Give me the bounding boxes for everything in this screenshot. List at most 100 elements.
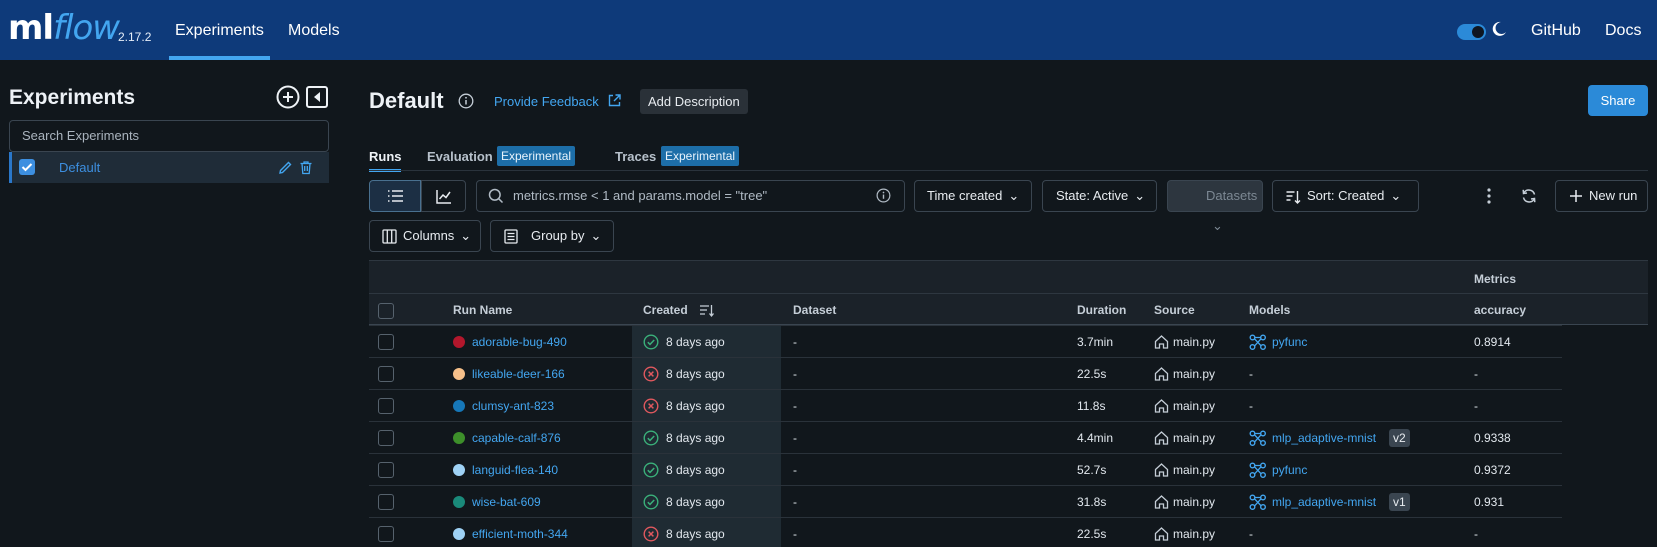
column-header-accuracy[interactable]: accuracy bbox=[1474, 303, 1526, 317]
table-row[interactable]: clumsy-ant-823 8 days ago - 11.8s main.p… bbox=[369, 390, 1562, 422]
column-header-dataset[interactable]: Dataset bbox=[793, 303, 836, 317]
provide-feedback-link[interactable]: Provide Feedback bbox=[494, 94, 599, 109]
source-link[interactable]: main.py bbox=[1173, 463, 1215, 477]
nav-tab-models[interactable]: Models bbox=[288, 22, 340, 40]
columns-dropdown[interactable]: Columns ⌄ bbox=[369, 220, 481, 252]
search-experiments-input[interactable]: Search Experiments bbox=[9, 120, 329, 152]
collapse-sidebar-icon[interactable] bbox=[306, 86, 328, 108]
add-experiment-icon[interactable] bbox=[276, 85, 300, 109]
column-header-source[interactable]: Source bbox=[1154, 303, 1195, 317]
checkbox-checked-icon[interactable] bbox=[19, 159, 35, 175]
run-name-link[interactable]: adorable-bug-490 bbox=[472, 335, 567, 349]
sort-descending-icon[interactable] bbox=[699, 304, 715, 318]
columns-icon bbox=[382, 229, 397, 244]
model-icon bbox=[1249, 462, 1267, 479]
github-link[interactable]: GitHub bbox=[1531, 22, 1581, 40]
source-icon bbox=[1154, 494, 1169, 510]
model-link[interactable]: pyfunc bbox=[1272, 335, 1307, 349]
tab-traces[interactable]: Traces bbox=[615, 149, 656, 164]
created-cell: 8 days ago bbox=[666, 463, 725, 477]
tab-runs[interactable]: Runs bbox=[369, 149, 402, 164]
new-run-button[interactable]: New run bbox=[1555, 180, 1648, 212]
trash-icon[interactable] bbox=[299, 160, 313, 175]
mlflow-logo[interactable]: ml flow bbox=[8, 8, 120, 48]
runs-search-input[interactable]: metrics.rmse < 1 and params.model = "tre… bbox=[476, 180, 905, 212]
row-checkbox[interactable] bbox=[378, 526, 394, 542]
chart-view-button[interactable] bbox=[421, 180, 466, 212]
row-checkbox[interactable] bbox=[378, 462, 394, 478]
model-link[interactable]: mlp_adaptive-mnist bbox=[1272, 495, 1376, 509]
time-created-dropdown[interactable]: Time created ⌄ bbox=[914, 180, 1032, 212]
more-options-icon[interactable] bbox=[1487, 188, 1491, 204]
search-info-icon[interactable] bbox=[876, 188, 891, 203]
sort-dropdown[interactable]: Sort: Created ⌄ bbox=[1272, 180, 1419, 212]
column-header-created[interactable]: Created bbox=[643, 303, 688, 317]
column-header-run-name[interactable]: Run Name bbox=[453, 303, 512, 317]
sidebar-item-default[interactable]: Default bbox=[9, 152, 329, 183]
table-row[interactable]: languid-flea-140 8 days ago - 52.7s main… bbox=[369, 454, 1562, 486]
source-link[interactable]: main.py bbox=[1173, 527, 1215, 541]
external-link-icon[interactable] bbox=[607, 93, 622, 108]
column-header-duration[interactable]: Duration bbox=[1077, 303, 1126, 317]
nav-tab-experiments[interactable]: Experiments bbox=[169, 22, 270, 60]
table-row[interactable]: likeable-deer-166 8 days ago - 22.5s mai… bbox=[369, 358, 1562, 390]
run-name-link[interactable]: languid-flea-140 bbox=[472, 463, 558, 477]
row-checkbox[interactable] bbox=[378, 398, 394, 414]
run-name-link[interactable]: likeable-deer-166 bbox=[472, 367, 565, 381]
run-color-dot[interactable] bbox=[453, 336, 465, 348]
run-name-link[interactable]: efficient-moth-344 bbox=[472, 527, 568, 541]
sidebar-item-label: Default bbox=[59, 160, 101, 175]
dataset-cell: - bbox=[793, 463, 797, 477]
runs-table: Metrics Run Name Created Dataset Duratio… bbox=[369, 260, 1648, 547]
table-row[interactable]: capable-calf-876 8 days ago - 4.4min mai… bbox=[369, 422, 1562, 454]
run-name-link[interactable]: clumsy-ant-823 bbox=[472, 399, 554, 413]
edit-icon[interactable] bbox=[278, 160, 293, 175]
run-color-dot[interactable] bbox=[453, 400, 465, 412]
model-link[interactable]: mlp_adaptive-mnist bbox=[1272, 431, 1376, 445]
run-color-dot[interactable] bbox=[453, 496, 465, 508]
run-color-dot[interactable] bbox=[453, 464, 465, 476]
run-color-dot[interactable] bbox=[453, 528, 465, 540]
group-by-dropdown[interactable]: Group by ⌄ bbox=[490, 220, 614, 252]
datasets-dropdown[interactable]: Datasets⌄ bbox=[1167, 180, 1263, 233]
source-link[interactable]: main.py bbox=[1173, 495, 1215, 509]
run-name-link[interactable]: wise-bat-609 bbox=[472, 495, 541, 509]
source-icon bbox=[1154, 462, 1169, 478]
row-checkbox[interactable] bbox=[378, 430, 394, 446]
source-link[interactable]: main.py bbox=[1173, 367, 1215, 381]
table-view-button[interactable] bbox=[369, 180, 421, 212]
row-checkbox[interactable] bbox=[378, 334, 394, 350]
column-header-models[interactable]: Models bbox=[1249, 303, 1290, 317]
select-all-checkbox[interactable] bbox=[378, 303, 394, 319]
run-name-link[interactable]: capable-calf-876 bbox=[472, 431, 561, 445]
table-row[interactable]: efficient-moth-344 8 days ago - 22.5s ma… bbox=[369, 518, 1562, 547]
status-success-icon bbox=[643, 462, 659, 478]
run-color-dot[interactable] bbox=[453, 368, 465, 380]
accuracy-cell: - bbox=[1474, 367, 1478, 381]
refresh-icon[interactable] bbox=[1521, 188, 1537, 204]
source-link[interactable]: main.py bbox=[1173, 399, 1215, 413]
source-icon bbox=[1154, 398, 1169, 414]
add-description-button[interactable]: Add Description bbox=[640, 89, 748, 114]
row-checkbox[interactable] bbox=[378, 366, 394, 382]
info-icon[interactable] bbox=[458, 93, 474, 109]
table-row[interactable]: adorable-bug-490 8 days ago - 3.7min mai… bbox=[369, 326, 1562, 358]
source-link[interactable]: main.py bbox=[1173, 335, 1215, 349]
model-icon bbox=[1249, 430, 1267, 447]
state-dropdown[interactable]: State: Active ⌄ bbox=[1042, 180, 1157, 212]
sort-icon bbox=[1286, 191, 1301, 204]
docs-link[interactable]: Docs bbox=[1605, 22, 1641, 40]
model-link[interactable]: pyfunc bbox=[1272, 463, 1307, 477]
duration-cell: 4.4min bbox=[1077, 431, 1114, 445]
dataset-cell: - bbox=[793, 399, 797, 413]
share-button[interactable]: Share bbox=[1588, 85, 1648, 116]
duration-cell: 31.8s bbox=[1077, 495, 1107, 509]
dark-mode-toggle[interactable] bbox=[1457, 24, 1486, 40]
row-checkbox[interactable] bbox=[378, 494, 394, 510]
created-cell: 8 days ago bbox=[666, 431, 725, 445]
source-link[interactable]: main.py bbox=[1173, 431, 1215, 445]
status-failed-icon bbox=[643, 398, 659, 414]
run-color-dot[interactable] bbox=[453, 432, 465, 444]
table-row[interactable]: wise-bat-609 8 days ago - 31.8s main.py … bbox=[369, 486, 1562, 518]
tab-evaluation[interactable]: Evaluation bbox=[427, 149, 493, 164]
